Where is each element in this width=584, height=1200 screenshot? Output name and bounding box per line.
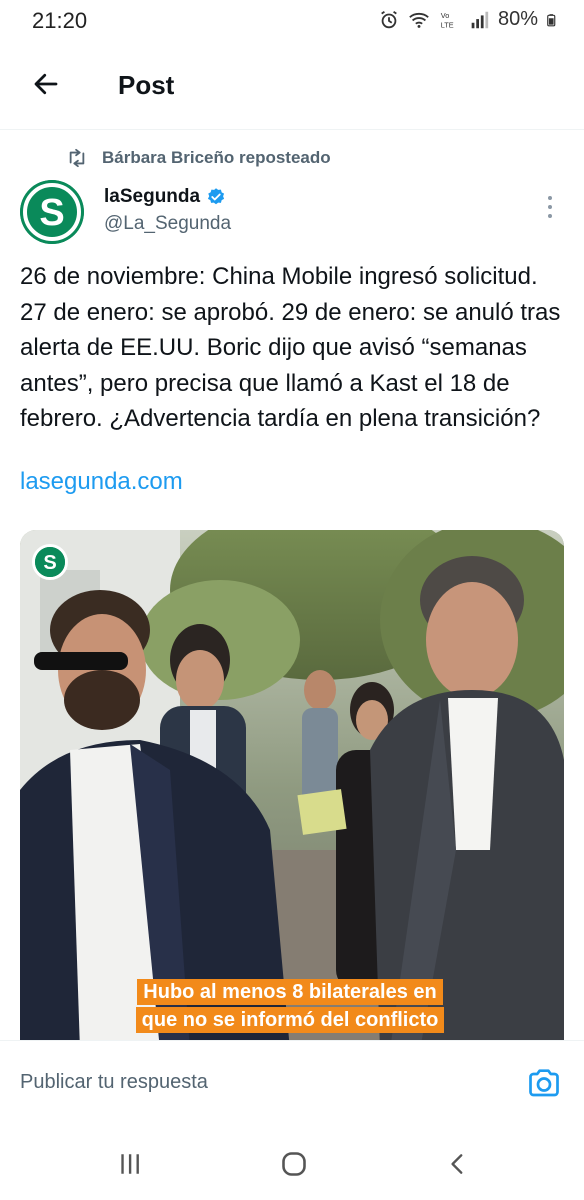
tweet-link[interactable]: lasegunda.com <box>20 468 183 496</box>
more-dot-icon <box>548 196 552 200</box>
more-dot-icon <box>548 205 552 209</box>
reply-bar: Publicar tu respuesta <box>0 1040 584 1128</box>
verified-badge-icon <box>207 188 225 205</box>
status-time: 21:20 <box>32 8 88 33</box>
alarm-icon <box>381 10 397 28</box>
camera-icon <box>529 1069 559 1097</box>
lasegunda-logo: S <box>20 180 84 244</box>
camera-button[interactable] <box>526 1065 562 1101</box>
back-nav-button[interactable] <box>436 1144 480 1184</box>
repost-text: Bárbara Briceño reposteado <box>102 148 331 167</box>
svg-text:LTE: LTE <box>441 20 454 29</box>
status-icons: Vo LTE 80% <box>378 8 560 31</box>
lasegunda-logo: S <box>35 547 65 577</box>
signal-icon <box>471 11 489 28</box>
repost-indicator[interactable]: Bárbara Briceño reposteado <box>66 146 331 170</box>
recents-button[interactable] <box>108 1144 152 1184</box>
tweet-image[interactable]: S Hubo al menos 8 bilaterales en que no … <box>20 530 564 1050</box>
top-header: Post <box>0 48 584 130</box>
wifi-icon <box>409 12 429 28</box>
page-title: Post <box>118 70 175 100</box>
system-nav-bar <box>0 1128 584 1200</box>
author-handle[interactable]: @La_Segunda <box>104 213 231 235</box>
more-dot-icon <box>548 214 552 218</box>
author-name: laSegunda <box>104 186 201 207</box>
svg-text:S: S <box>43 552 56 574</box>
home-button[interactable] <box>272 1144 316 1184</box>
battery-level: 80% <box>497 8 538 30</box>
photo-illustration <box>20 530 564 1050</box>
battery-icon <box>547 13 556 26</box>
repost-icon <box>69 148 85 168</box>
reply-input[interactable]: Publicar tu respuesta <box>20 1071 208 1094</box>
home-icon <box>282 1152 306 1176</box>
svg-text:Vo: Vo <box>441 11 450 20</box>
back-button[interactable] <box>26 64 66 104</box>
recents-icon <box>121 1154 139 1174</box>
status-bar: 21:20 Vo LTE 80% <box>0 0 584 42</box>
caption-line-1: Hubo al menos 8 bilaterales en <box>137 979 443 1005</box>
tweet-text: 26 de noviembre: China Mobile ingresó so… <box>20 263 561 432</box>
caption-line-2: que no se informó del conflicto <box>135 1007 445 1033</box>
media-logo: S <box>32 544 68 580</box>
avatar[interactable]: S <box>20 180 84 244</box>
arrow-left-icon <box>34 73 58 95</box>
more-options-button[interactable] <box>540 192 560 222</box>
author-name-row[interactable]: laSegunda <box>104 186 226 208</box>
back-icon <box>451 1154 463 1174</box>
volte-icon: VoLTE <box>441 11 454 29</box>
svg-text:S: S <box>39 192 64 234</box>
image-caption: Hubo al menos 8 bilaterales en que no se… <box>120 978 460 1034</box>
